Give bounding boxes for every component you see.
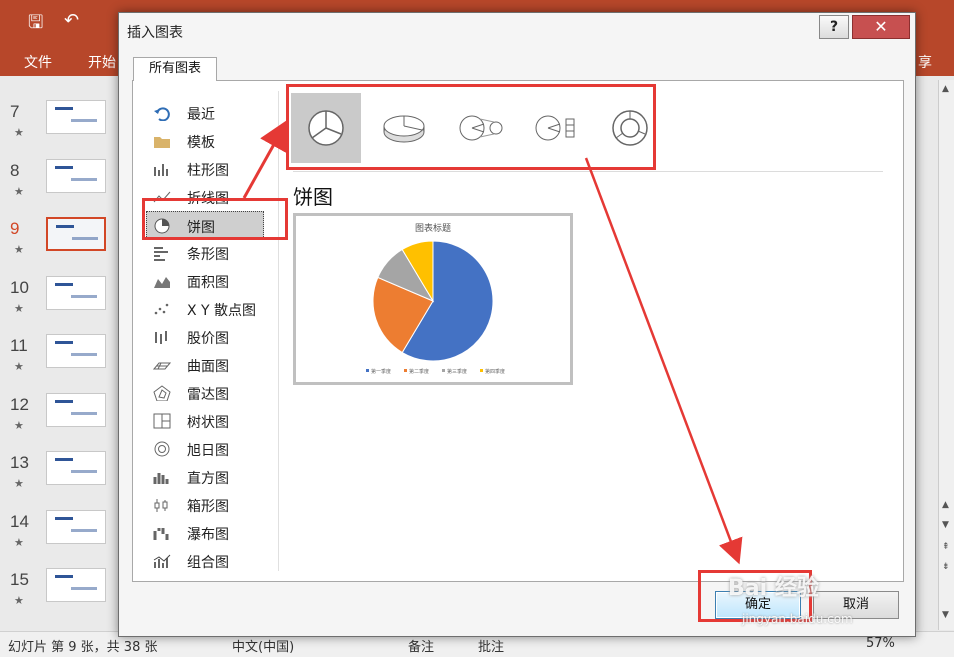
arrow-to-ok (584, 157, 743, 565)
arrow-to-subtypes (242, 119, 288, 199)
annotation-arrows (242, 119, 743, 565)
watermark-logo: Bai 经验 (728, 576, 819, 601)
watermark-url: jingyan.baidu.com (742, 612, 853, 626)
tab-all-charts[interactable]: 所有图表 (133, 57, 217, 81)
